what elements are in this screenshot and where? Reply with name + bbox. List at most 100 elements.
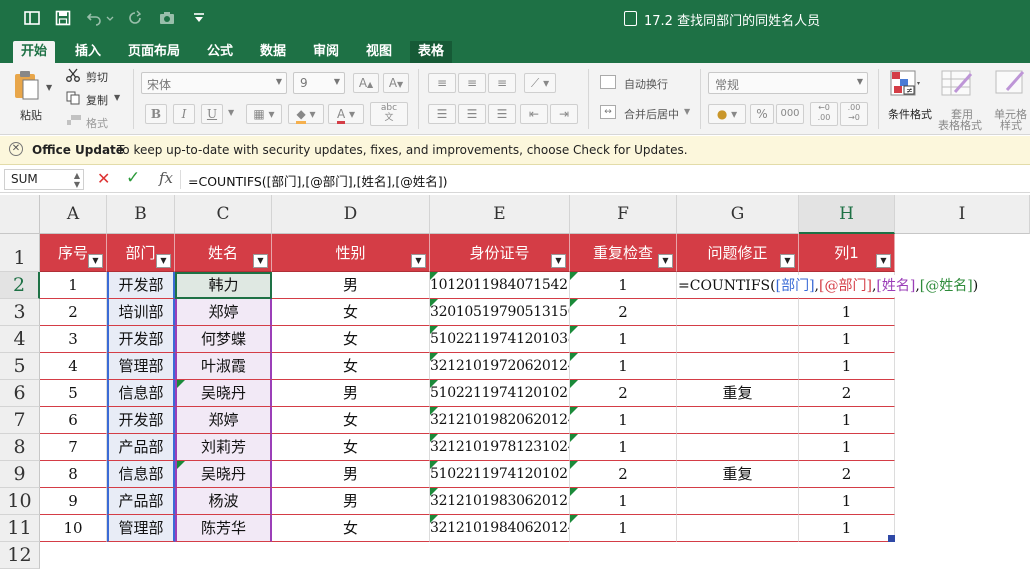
error-indicator-icon[interactable]: [430, 380, 438, 388]
cell-styles-icon[interactable]: [995, 70, 1027, 100]
bold-button[interactable]: B: [145, 104, 167, 124]
table-cell[interactable]: 321210198206201248: [430, 407, 570, 434]
row-header-9[interactable]: 9: [0, 461, 40, 488]
tab-formulas[interactable]: 公式: [199, 41, 241, 63]
undo-dropdown-icon[interactable]: [106, 10, 114, 26]
table-cell[interactable]: 510221197412010219: [430, 461, 570, 488]
row-header-4[interactable]: 4: [0, 326, 40, 353]
merge-center-button[interactable]: 合并后居中: [624, 106, 679, 122]
table-cell[interactable]: 刘莉芳: [175, 434, 272, 461]
table-cell[interactable]: 男: [272, 380, 430, 407]
format-painter-button[interactable]: 格式: [86, 115, 108, 131]
conditional-format-button[interactable]: 条件格式: [888, 106, 932, 122]
table-cell[interactable]: 郑婷: [175, 407, 272, 434]
row-header-3[interactable]: 3: [0, 299, 40, 326]
cut-button[interactable]: 剪切: [86, 69, 108, 85]
table-header-cell[interactable]: 列1 ▼: [799, 234, 895, 272]
row-header-10[interactable]: 10: [0, 488, 40, 515]
filter-dropdown-icon[interactable]: ▼: [156, 254, 171, 268]
table-header-cell[interactable]: 性别 ▼: [272, 234, 430, 272]
table-cell[interactable]: 开发部: [107, 326, 175, 353]
table-cell[interactable]: 产品部: [107, 488, 175, 515]
font-color-button[interactable]: A ▾: [328, 104, 364, 124]
table-cell[interactable]: 1: [570, 272, 677, 299]
table-cell[interactable]: 1: [799, 326, 895, 353]
table-cell[interactable]: 叶淑霞: [175, 353, 272, 380]
row-header-8[interactable]: 8: [0, 434, 40, 461]
name-box-stepper-icon[interactable]: ▲ ▼: [74, 171, 80, 189]
error-indicator-icon[interactable]: [430, 326, 438, 334]
align-right-button[interactable]: ☰: [488, 104, 516, 124]
table-cell[interactable]: 1: [799, 488, 895, 515]
column-header-i[interactable]: I: [895, 195, 1030, 234]
scissors-icon[interactable]: [66, 68, 80, 82]
increase-indent-button[interactable]: ⇥: [550, 104, 578, 124]
orientation-button[interactable]: ⟋ ▾: [524, 73, 556, 93]
error-indicator-icon[interactable]: [430, 299, 438, 307]
table-cell[interactable]: 1: [799, 299, 895, 326]
increase-decimal-button[interactable]: ←0.00: [810, 102, 838, 126]
table-cell[interactable]: 女: [272, 326, 430, 353]
row-header-1[interactable]: 1: [0, 234, 40, 272]
table-cell[interactable]: 管理部: [107, 353, 175, 380]
percent-button[interactable]: %: [750, 104, 774, 124]
align-left-button[interactable]: ☰: [428, 104, 456, 124]
table-cell[interactable]: 101201198407154218: [430, 272, 570, 299]
filter-dropdown-icon[interactable]: ▼: [876, 254, 891, 268]
error-indicator-icon[interactable]: [570, 272, 578, 280]
column-header-b[interactable]: B: [107, 195, 175, 234]
table-cell[interactable]: 女: [272, 299, 430, 326]
table-cell[interactable]: 3: [40, 326, 107, 353]
table-cell[interactable]: 开发部: [107, 272, 175, 299]
phonetic-button[interactable]: abc 文: [370, 102, 408, 126]
align-bottom-button[interactable]: ≡: [488, 73, 516, 93]
wrap-text-button[interactable]: 自动换行: [624, 76, 668, 92]
fill-color-button[interactable]: ◆ ▾: [288, 104, 324, 124]
table-cell[interactable]: 2: [799, 380, 895, 407]
table-cell[interactable]: 信息部: [107, 380, 175, 407]
filter-dropdown-icon[interactable]: ▼: [88, 254, 103, 268]
filter-dropdown-icon[interactable]: ▼: [253, 254, 268, 268]
table-cell[interactable]: 女: [272, 353, 430, 380]
table-cell[interactable]: 321210197812310241: [430, 434, 570, 461]
table-cell[interactable]: [677, 488, 799, 515]
table-cell[interactable]: 培训部: [107, 299, 175, 326]
wrap-text-icon[interactable]: [600, 75, 616, 89]
table-cell[interactable]: [677, 434, 799, 461]
table-cell[interactable]: [677, 353, 799, 380]
table-header-cell[interactable]: 身份证号 ▼: [430, 234, 570, 272]
accounting-format-button[interactable]: ● ▾: [708, 104, 746, 124]
cell-styles-label-2[interactable]: 样式: [1000, 117, 1022, 133]
table-cell[interactable]: [677, 326, 799, 353]
table-cell[interactable]: 510221197412010387: [430, 326, 570, 353]
error-indicator-icon[interactable]: [570, 434, 578, 442]
row-header-6[interactable]: 6: [0, 380, 40, 407]
error-indicator-icon[interactable]: [570, 461, 578, 469]
camera-icon[interactable]: [159, 10, 175, 26]
merge-center-icon[interactable]: ↔: [600, 105, 616, 119]
table-cell[interactable]: 2: [570, 380, 677, 407]
table-cell[interactable]: 8: [40, 461, 107, 488]
in-cell-formula-editor[interactable]: =COUNTIFS([部门],[@部门],[姓名],[@姓名]): [678, 275, 983, 297]
table-cell[interactable]: 杨波: [175, 488, 272, 515]
table-cell[interactable]: 320105197905131501: [430, 299, 570, 326]
table-cell[interactable]: 陈芳华: [175, 515, 272, 542]
tab-page-layout[interactable]: 页面布局: [120, 41, 188, 63]
format-as-table-label-2[interactable]: 表格格式: [938, 117, 982, 133]
underline-button[interactable]: U: [201, 104, 223, 124]
table-cell[interactable]: 1: [570, 515, 677, 542]
table-cell[interactable]: 2: [570, 299, 677, 326]
table-cell[interactable]: 郑婷: [175, 299, 272, 326]
table-cell[interactable]: 男: [272, 272, 430, 299]
table-cell[interactable]: 1: [570, 407, 677, 434]
table-cell[interactable]: 5: [40, 380, 107, 407]
table-cell[interactable]: 开发部: [107, 407, 175, 434]
decrease-indent-button[interactable]: ⇤: [520, 104, 548, 124]
table-cell[interactable]: 1: [799, 407, 895, 434]
tab-home[interactable]: 开始: [13, 41, 56, 63]
row-header-2[interactable]: 2: [0, 272, 40, 299]
table-cell[interactable]: 6: [40, 407, 107, 434]
filter-dropdown-icon[interactable]: ▼: [411, 254, 426, 268]
table-cell[interactable]: 1: [799, 434, 895, 461]
error-indicator-icon[interactable]: [570, 488, 578, 496]
